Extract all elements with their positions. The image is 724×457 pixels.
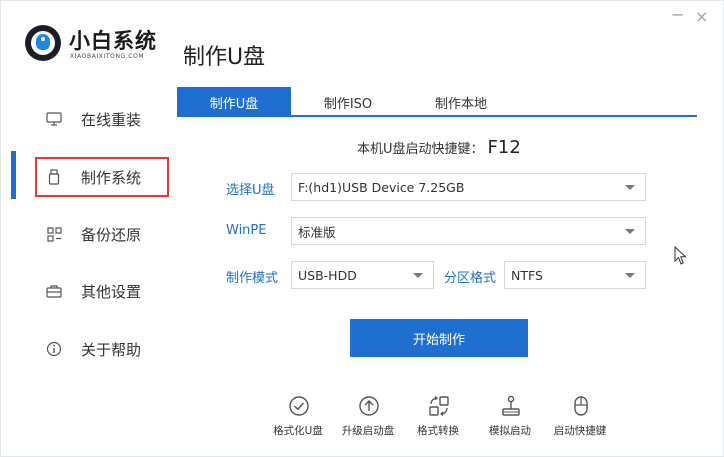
close-button[interactable]: × (695, 9, 708, 25)
make-mode-select[interactable]: USB-HDD (291, 261, 434, 289)
usb-boot-hotkey: 本机U盘启动快捷键： F12 (357, 137, 521, 158)
minimize-button[interactable]: − (671, 7, 684, 23)
sidebar-item-label: 制作系统 (81, 168, 142, 187)
partition-format-select[interactable]: NTFS (504, 261, 646, 289)
app-window: − × 小白系统 XIAOBAIXITONG.COM 制作U盘 在线重装 制作系… (0, 0, 724, 457)
info-icon (45, 340, 63, 358)
logo-dot (41, 37, 45, 41)
tab-make-usb[interactable]: 制作U盘 (177, 87, 291, 117)
sidebar-item-other-settings[interactable]: 其他设置 (1, 271, 177, 311)
usb-select-label: 选择U盘 (226, 183, 275, 198)
app-name: 小白系统 (69, 29, 157, 53)
mouse-pointer-icon (674, 246, 687, 265)
winpe-select[interactable]: 标准版 (291, 217, 646, 245)
chevron-down-icon (625, 273, 635, 278)
monitor-icon (45, 110, 63, 128)
tab-make-iso[interactable]: 制作ISO (311, 87, 385, 117)
tool-boot-hotkey[interactable]: 启动快捷键 (545, 395, 615, 445)
partition-format-value: NTFS (511, 267, 543, 283)
page-title: 制作U盘 (183, 45, 266, 70)
usb-device-value: F:(hd1)USB Device 7.25GB (298, 179, 465, 195)
tool-label: 启动快捷键 (553, 425, 607, 437)
usb-device-select[interactable]: F:(hd1)USB Device 7.25GB (291, 173, 646, 201)
hotkey-value: F12 (487, 137, 521, 158)
partition-format-label: 分区格式 (444, 271, 497, 286)
sidebar-item-about-help[interactable]: 关于帮助 (1, 329, 177, 369)
joystick-icon (502, 395, 520, 416)
mouse-icon (574, 396, 588, 416)
winpe-label: WinPE (226, 223, 267, 238)
convert-icon (429, 395, 449, 417)
briefcase-icon (45, 282, 63, 300)
tool-simulate-boot[interactable]: 模拟启动 (475, 395, 545, 445)
sidebar-item-backup-restore[interactable]: 备份还原 (1, 214, 177, 254)
hotkey-label: 本机U盘启动快捷键： (357, 142, 484, 157)
sidebar-item-label: 其他设置 (81, 282, 142, 301)
sidebar-item-make-system[interactable]: 制作系统 (1, 157, 177, 197)
app-subtitle: XIAOBAIXITONG.COM (70, 53, 145, 60)
make-mode-label: 制作模式 (226, 271, 279, 286)
tool-format-usb[interactable]: 格式化U盘 (263, 395, 333, 445)
usb-drive-icon (45, 168, 63, 186)
tool-label: 模拟启动 (489, 425, 531, 437)
tool-label: 格式转换 (417, 425, 459, 437)
sidebar-item-label: 关于帮助 (81, 340, 142, 359)
check-circle-icon (289, 396, 309, 416)
tool-format-convert[interactable]: 格式转换 (403, 395, 473, 445)
app-logo: 小白系统 XIAOBAIXITONG.COM (25, 23, 185, 67)
tab-make-local[interactable]: 制作本地 (423, 87, 499, 117)
tab-bar: 制作U盘 制作ISO 制作本地 (177, 87, 697, 117)
start-make-button[interactable]: 开始制作 (350, 319, 528, 357)
chevron-down-icon (625, 185, 635, 190)
sidebar-item-label: 在线重装 (81, 110, 142, 129)
sidebar-item-online-reinstall[interactable]: 在线重装 (1, 99, 177, 139)
make-mode-value: USB-HDD (298, 267, 357, 283)
logo-mark-icon (25, 25, 61, 61)
winpe-value: 标准版 (298, 224, 336, 240)
sidebar-item-label: 备份还原 (81, 225, 142, 244)
upgrade-icon (359, 396, 379, 416)
chevron-down-icon (413, 273, 423, 278)
grid-icon (45, 225, 63, 243)
tool-label: 升级启动盘 (341, 425, 395, 437)
chevron-down-icon (625, 229, 635, 234)
tool-upgrade-boot-disk[interactable]: 升级启动盘 (333, 395, 403, 445)
tool-label: 格式化U盘 (273, 425, 323, 437)
